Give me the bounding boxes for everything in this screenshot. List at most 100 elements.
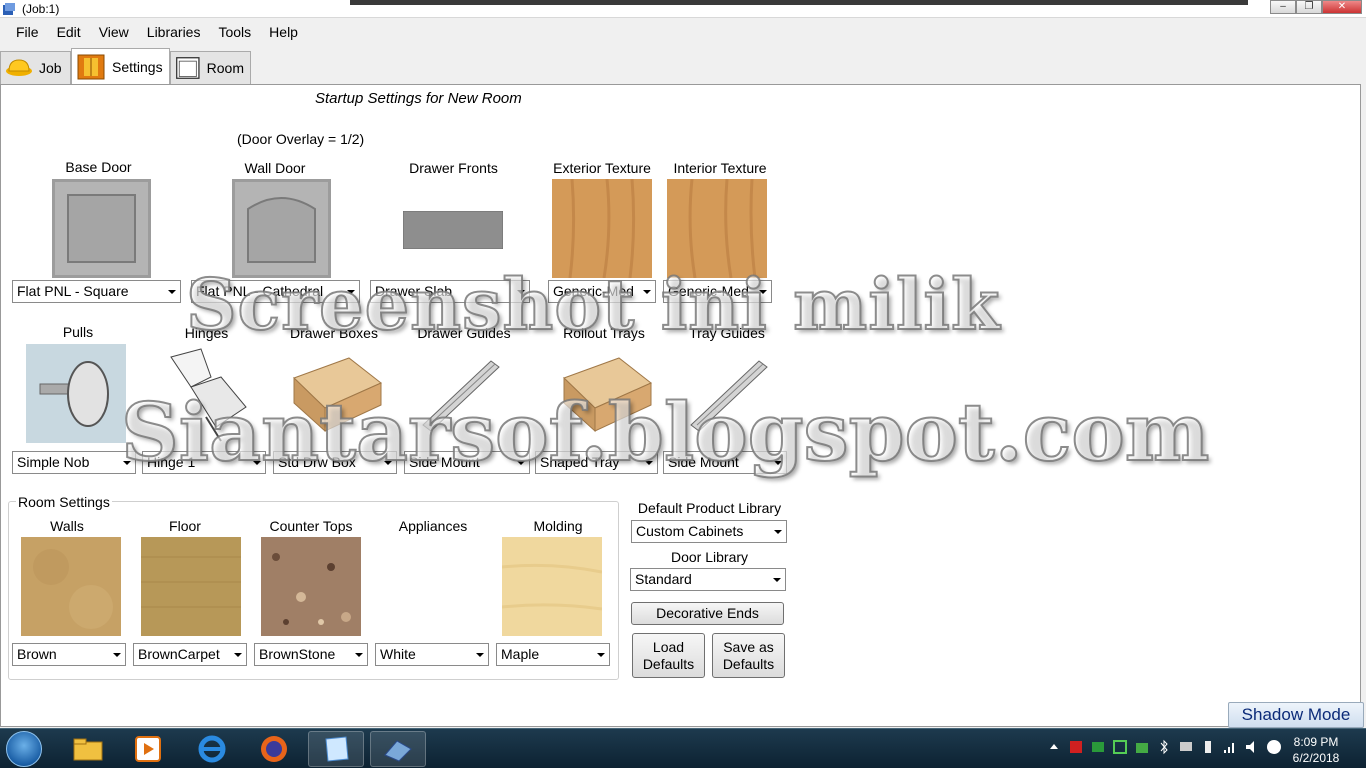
chevron-down-icon [472,644,488,665]
media-player-icon[interactable] [120,731,176,767]
pulls-swatch[interactable] [26,344,126,443]
drawer-guides-select[interactable]: Side Mount [404,451,530,474]
exterior-texture-select[interactable]: Generic-Med [548,280,656,303]
bluetooth-icon[interactable] [1156,739,1172,755]
hardhat-icon [6,59,32,76]
volume-icon[interactable] [1244,739,1260,755]
drawer-boxes-select[interactable]: Std Drw Box [273,451,397,474]
chevron-down-icon [343,281,359,302]
menu-edit[interactable]: Edit [48,20,90,46]
start-orb[interactable] [6,731,42,767]
tab-settings-label: Settings [112,58,163,75]
walls-swatch[interactable] [21,537,121,636]
exterior-texture-swatch[interactable] [552,179,652,278]
load-defaults-button[interactable]: Load Defaults [632,633,705,678]
sync-icon[interactable] [1134,739,1150,755]
tab-room-label: Room [206,60,244,76]
rollout-trays-swatch[interactable] [559,353,655,433]
clock-date: 6/2/2018 [1292,751,1340,765]
maximize-button[interactable]: ❐ [1296,0,1322,14]
cabinet-app-icon[interactable] [370,731,426,767]
notes-app-icon[interactable] [308,731,364,767]
minimize-button[interactable]: – [1270,0,1296,14]
network-app-icon[interactable] [1090,739,1106,755]
product-library-label: Default Product Library [637,500,782,516]
counter-tops-swatch[interactable] [261,537,361,636]
hinges-select[interactable]: Hinge 1 [142,451,266,474]
menu-tools[interactable]: Tools [209,20,260,46]
chevron-down-icon [755,281,771,302]
drawer-guides-swatch[interactable] [419,355,503,431]
molding-label: Molding [533,518,583,534]
checkbox-icon[interactable] [1112,739,1128,755]
tray-guides-swatch[interactable] [687,355,771,431]
file-explorer-icon[interactable] [60,731,116,767]
internet-explorer-icon[interactable] [184,731,240,767]
counter-tops-label: Counter Tops [269,518,353,534]
app-icon [3,3,15,15]
drawer-fronts-label: Drawer Fronts [409,160,498,176]
chevron-down-icon [639,281,655,302]
save-defaults-button[interactable]: Save as Defaults [712,633,785,678]
chevron-down-icon [770,521,786,542]
decorative-ends-button[interactable]: Decorative Ends [631,602,784,625]
base-door-swatch[interactable] [52,179,151,278]
page-title: Startup Settings for New Room [315,90,522,107]
appliances-select[interactable]: White [375,643,489,666]
pulls-select[interactable]: Simple Nob [12,451,136,474]
molding-select[interactable]: Maple [496,643,610,666]
walls-select[interactable]: Brown [12,643,126,666]
window-title: (Job:1) [22,2,60,16]
tab-job[interactable]: Job [0,51,71,84]
menu-help[interactable]: Help [260,20,307,46]
tray-guides-select[interactable]: Side Mount [663,451,787,474]
floor-select[interactable]: BrownCarpet [133,643,247,666]
counter-tops-select[interactable]: BrownStone [254,643,368,666]
display-icon[interactable] [1178,739,1194,755]
drawer-boxes-swatch[interactable] [289,353,385,433]
clock-time: 8:09 PM [1293,735,1339,749]
skype-icon[interactable] [1266,739,1282,755]
exterior-texture-label: Exterior Texture [553,160,651,176]
tab-settings[interactable]: Settings [71,48,170,84]
signal-icon[interactable] [1222,739,1238,755]
molding-swatch[interactable] [502,537,602,636]
floor-swatch[interactable] [141,537,241,636]
tab-job-label: Job [39,60,62,76]
chevron-down-icon [119,452,135,473]
menu-libraries[interactable]: Libraries [138,20,210,46]
drawer-boxes-label: Drawer Boxes [290,325,378,341]
system-clock[interactable]: 8:09 PM 6/2/2018 [1286,734,1346,766]
door-overlay-label: (Door Overlay = 1/2) [237,131,365,147]
settings-book-icon [77,54,105,79]
menu-file[interactable]: File [7,20,48,46]
wall-door-swatch[interactable] [232,179,331,278]
firefox-icon[interactable] [246,731,302,767]
room-settings-title: Room Settings [16,494,112,510]
menu-view[interactable]: View [90,20,138,46]
walls-label: Walls [50,518,84,534]
chevron-down-icon [230,644,246,665]
show-hidden-icons-icon[interactable] [1046,739,1062,755]
product-library-select[interactable]: Custom Cabinets [631,520,787,543]
rollout-trays-select[interactable]: Shaped Tray [535,451,658,474]
pulls-label: Pulls [62,324,94,340]
tray-guides-label: Tray Guides [689,325,765,341]
drawer-fronts-select[interactable]: Drawer Slab [370,280,530,303]
power-icon[interactable] [1200,739,1216,755]
base-door-select[interactable]: Flat PNL - Square [12,280,181,303]
room-icon [176,57,200,79]
menu-bar: File Edit View Libraries Tools Help [0,20,1366,46]
wall-door-select[interactable]: Flat PNL - Cathedral [191,280,360,303]
flag-icon[interactable] [1068,739,1084,755]
interior-texture-select[interactable]: Generic-Med [663,280,772,303]
interior-texture-swatch[interactable] [667,179,767,278]
door-library-select[interactable]: Standard [630,568,786,591]
system-tray [1046,739,1282,755]
shadow-mode-button[interactable]: Shadow Mode [1228,702,1364,728]
close-button[interactable]: ✕ [1322,0,1362,14]
drawer-fronts-swatch[interactable] [403,211,503,249]
tab-room[interactable]: Room [170,51,251,84]
hinges-swatch[interactable] [161,347,261,443]
title-bar: (Job:1) – ❐ ✕ [0,0,1366,18]
